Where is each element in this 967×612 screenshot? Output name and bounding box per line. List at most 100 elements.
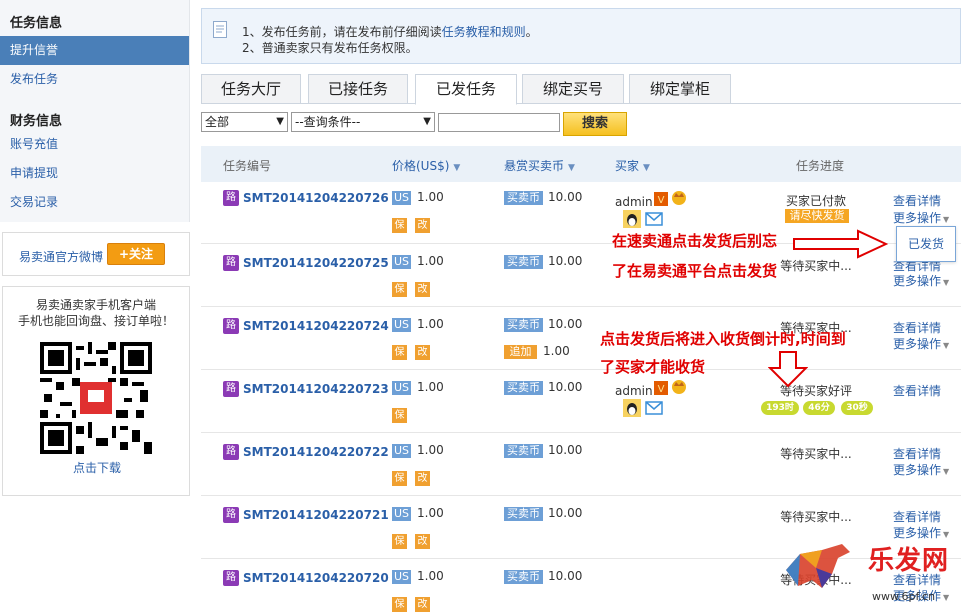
notice-line-2: 2、普通卖家只有发布任务权限。 [242, 41, 418, 55]
guarantee-badge: 保 [392, 597, 407, 612]
chevron-down-icon: ▼ [943, 278, 950, 287]
task-info-title: 任务信息 [10, 16, 63, 31]
task-id-link[interactable]: SMT20141204220726 [243, 191, 389, 205]
search-input[interactable] [438, 113, 560, 132]
header-price-label: 价格(US$) [392, 159, 450, 173]
chevron-down-icon: ▼ [276, 116, 284, 127]
coin-badge: 买卖币 [504, 381, 543, 395]
task-id-link[interactable]: SMT20141204220720 [243, 571, 389, 585]
edit-badge[interactable]: 改 [415, 218, 430, 233]
query-condition-value: --查询条件-- [295, 115, 361, 129]
view-detail-link[interactable]: 查看详情 [893, 319, 941, 336]
view-detail-link[interactable]: 查看详情 [893, 445, 941, 462]
price-value: 1.00 [417, 254, 444, 268]
vip-icon: V [654, 381, 668, 395]
weibo-link[interactable]: 易卖通官方微博 [19, 248, 103, 265]
qq-icon[interactable] [623, 210, 641, 228]
route-badge: 路 [223, 444, 239, 460]
task-status: 等待买家中... [780, 510, 852, 524]
route-badge: 路 [223, 507, 239, 523]
more-actions-dropdown[interactable]: 更多操作 ▼ [893, 461, 949, 478]
status-select[interactable]: 全部 ▼ [201, 112, 288, 132]
coin-badge: 买卖币 [504, 444, 543, 458]
countdown-seconds: 30秒 [841, 401, 873, 415]
tab-bind-buyer[interactable]: 绑定买号 [522, 74, 624, 104]
route-badge: 路 [223, 318, 239, 334]
tab-task-hall[interactable]: 任务大厅 [201, 74, 301, 104]
edit-badge[interactable]: 改 [415, 282, 430, 297]
annotation-countdown-note-line1: 点击发货后将进入收货倒计时,时间到 [600, 330, 846, 348]
follow-button[interactable]: +关注 [107, 243, 165, 265]
weibo-box: 易卖通官方微博 +关注 [2, 232, 190, 276]
more-actions-dropdown[interactable]: 更多操作 ▼ [893, 272, 949, 289]
price-value: 1.00 [417, 569, 444, 583]
price-value: 1.00 [417, 443, 444, 457]
currency-badge: US [392, 507, 411, 521]
guarantee-badge: 保 [392, 471, 407, 486]
qr-code-icon[interactable] [40, 342, 152, 454]
mark-shipped-menu-item[interactable]: 已发货 [896, 226, 956, 262]
search-button[interactable]: 搜索 [563, 112, 627, 136]
more-actions-label: 更多操作 [893, 463, 942, 477]
header-buyer-label: 买家 [615, 159, 640, 173]
view-detail-link[interactable]: 查看详情 [893, 508, 941, 525]
coin-badge: 买卖币 [504, 318, 543, 332]
buyer-name: admin [615, 195, 653, 209]
edit-badge[interactable]: 改 [415, 597, 430, 612]
price-value: 1.00 [417, 190, 444, 204]
tutorial-rules-link[interactable]: 任务教程和规则 [442, 25, 526, 39]
edit-badge[interactable]: 改 [415, 534, 430, 549]
watermark-url: www.6pf.cn [872, 590, 936, 603]
notice-line-1: 1、发布任务前，请在发布前仔细阅读任务教程和规则。 [242, 23, 538, 40]
task-status: 买家已付款 [785, 194, 846, 208]
task-id-link[interactable]: SMT20141204220722 [243, 445, 389, 459]
sidebar-item-recharge[interactable]: 账号充值 [0, 130, 189, 159]
view-detail-link[interactable]: 查看详情 [893, 382, 941, 399]
header-price[interactable]: 价格(US$) ▼ [392, 157, 460, 174]
sidebar-item-transactions[interactable]: 交易记录 [0, 188, 189, 217]
more-actions-dropdown[interactable]: 更多操作 ▼ [893, 335, 949, 352]
edit-badge[interactable]: 改 [415, 471, 430, 486]
task-id-link[interactable]: SMT20141204220721 [243, 508, 389, 522]
tab-accepted-tasks[interactable]: 已接任务 [308, 74, 408, 104]
guarantee-badge: 保 [392, 534, 407, 549]
table-header: 任务编号 价格(US$) ▼ 悬赏买卖币 ▼ 买家 ▼ 任务进度 [201, 146, 961, 182]
sidebar-item-withdraw[interactable]: 申请提现 [0, 159, 189, 188]
more-actions-dropdown[interactable]: 更多操作 ▼ [893, 209, 949, 226]
header-buyer[interactable]: 买家 ▼ [615, 157, 650, 174]
coin-badge: 买卖币 [504, 255, 543, 269]
mail-icon[interactable] [645, 399, 663, 417]
currency-badge: US [392, 444, 411, 458]
task-id-link[interactable]: SMT20141204220725 [243, 256, 389, 270]
mail-icon[interactable] [645, 210, 663, 228]
annotation-ship-reminder-line2: 了在易卖通平台点击发货 [612, 262, 778, 280]
view-detail-link[interactable]: 查看详情 [893, 192, 941, 209]
svg-text:V: V [658, 384, 665, 395]
currency-badge: US [392, 191, 411, 205]
header-coin-label: 悬赏买卖币 [504, 159, 565, 173]
app-download-link[interactable]: 点击下载 [3, 459, 191, 476]
tab-bind-seller[interactable]: 绑定掌柜 [629, 74, 731, 104]
coin-badge: 买卖币 [504, 570, 543, 584]
sidebar-item-boost-reputation[interactable]: 提升信誉 [0, 36, 189, 65]
task-id-link[interactable]: SMT20141204220724 [243, 319, 389, 333]
app-promo-line2: 手机也能回询盘、接订单啦！ [17, 314, 174, 328]
tab-published-tasks[interactable]: 已发任务 [415, 74, 517, 105]
chevron-down-icon: ▼ [423, 116, 431, 127]
sort-caret-icon: ▼ [453, 163, 461, 173]
chevron-down-icon: ▼ [943, 341, 950, 350]
task-id-link[interactable]: SMT20141204220723 [243, 382, 389, 396]
annotation-ship-reminder: 在速卖通点击发货后别忘 了在易卖通平台点击发货 [612, 228, 777, 284]
annotation-ship-reminder-line1: 在速卖通点击发货后别忘 [612, 232, 778, 250]
query-condition-select[interactable]: --查询条件-- ▼ [291, 112, 435, 132]
coin-value: 10.00 [548, 569, 583, 583]
currency-badge: US [392, 255, 411, 269]
price-value: 1.00 [417, 317, 444, 331]
sidebar-item-publish-task[interactable]: 发布任务 [0, 65, 189, 94]
qq-icon[interactable] [623, 399, 641, 417]
guarantee-badge: 保 [392, 345, 407, 360]
annotation-countdown-note-line2: 了买家才能收货 [600, 358, 706, 376]
edit-badge[interactable]: 改 [415, 345, 430, 360]
header-coin[interactable]: 悬赏买卖币 ▼ [504, 157, 575, 174]
currency-badge: US [392, 381, 411, 395]
